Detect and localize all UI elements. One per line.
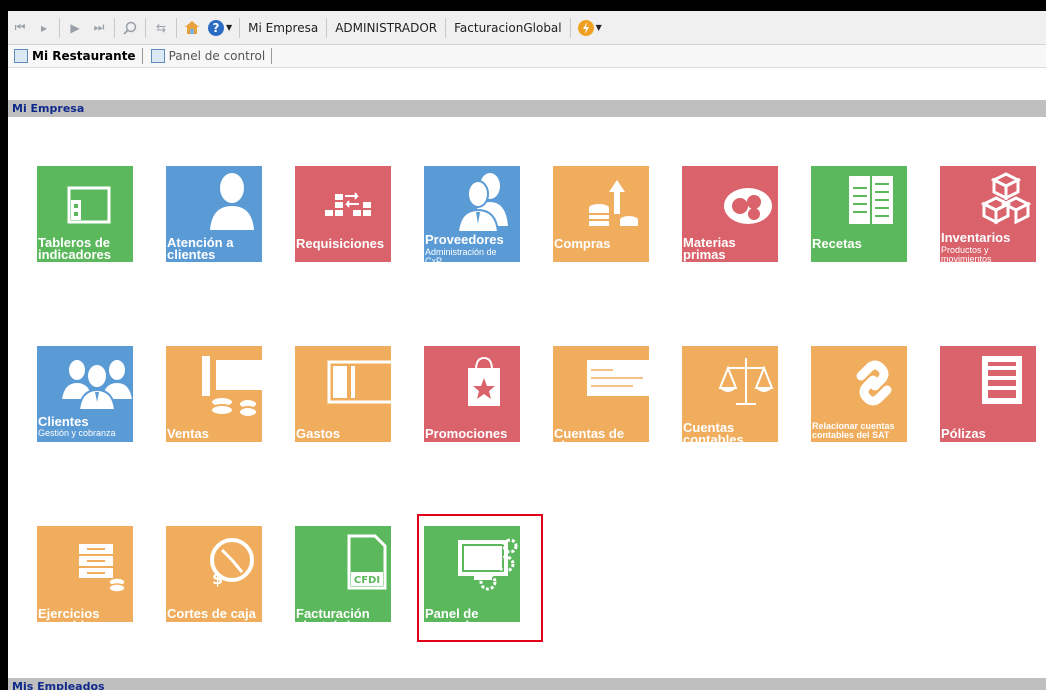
tile-gastos[interactable]: Gastos — [295, 346, 391, 442]
tile-sublabel: Administración de CxP — [425, 247, 497, 263]
person-icon — [210, 173, 254, 230]
help-icon[interactable]: ? — [206, 17, 226, 39]
link-icon — [856, 360, 892, 406]
tile-recetas[interactable]: Recetas — [811, 166, 907, 262]
first-record-icon[interactable]: ⏮ — [10, 17, 30, 39]
tile-label: Facturación electrónica — [296, 606, 370, 622]
tile-sublabel: Productos y movimientos — [941, 245, 992, 263]
tile-atencion-a-clientes[interactable]: Atención a clientes — [166, 166, 262, 262]
tile-proveedores[interactable]: Proveedores Administración de CxP — [424, 166, 520, 262]
refresh-icon[interactable]: ⇆ — [151, 17, 171, 39]
coins-up-icon — [589, 180, 638, 226]
sync-dropdown-icon[interactable]: ▼ — [596, 23, 602, 32]
bowl-icon — [724, 188, 772, 224]
section-header-mi-empresa: Mi Empresa — [8, 100, 1046, 117]
next-record-icon[interactable]: ▶ — [65, 17, 85, 39]
sales-icon — [202, 356, 262, 416]
tile-requisiciones[interactable]: Requisiciones — [295, 166, 391, 262]
tile-compras[interactable]: Compras — [553, 166, 649, 262]
tile-ejercicios-contables[interactable]: Ejercicios contables — [37, 526, 133, 622]
home-icon[interactable] — [182, 17, 202, 39]
clock-icon: $ — [210, 538, 254, 588]
tile-label: Materias primas — [683, 235, 736, 262]
toolbar: ⏮ ▸ ▶ ⏭ ⇆ ? ▼ Mi Empresa ADMINISTRADOR F… — [8, 11, 1046, 45]
tile-sublabel: Gestión y cobranza — [38, 428, 116, 438]
tile-label: Cuentas de cheques — [554, 426, 625, 442]
window-icon — [150, 49, 165, 63]
tile-label: Compras — [554, 236, 611, 251]
tile-label: Proveedores — [425, 232, 504, 247]
section-header-mis-empleados: Mis Empleados — [8, 678, 1046, 690]
highlight-box — [417, 514, 543, 642]
tab-panel-de-control[interactable]: Panel de control — [145, 46, 270, 66]
search-icon[interactable] — [120, 17, 140, 39]
tile-label: Ejercicios contables — [38, 606, 100, 622]
tile-label: Tableros de indicadores — [38, 235, 111, 262]
tab-label: Panel de control — [168, 49, 266, 63]
sync-icon[interactable] — [576, 17, 596, 39]
tile-cuentas-de-cheques[interactable]: Cuentas de cheques — [553, 346, 649, 442]
tile-tableros-de-indicadores[interactable]: Tableros de indicadores — [37, 166, 133, 262]
help-dropdown-icon[interactable]: ▼ — [226, 23, 232, 32]
tile-label: Ventas — [167, 426, 209, 441]
tile-label: Clientes — [38, 414, 89, 429]
company-label[interactable]: Mi Empresa — [243, 21, 323, 35]
previous-record-icon[interactable]: ▸ — [34, 17, 54, 39]
tab-label: Mi Restaurante — [32, 49, 136, 63]
bills-icon — [327, 360, 391, 404]
cheque-icon — [587, 360, 649, 396]
dashboard-icon — [67, 186, 111, 224]
window-icon — [14, 49, 28, 63]
suppliers-icon — [456, 173, 508, 233]
app-window: ⏮ ▸ ▶ ⏭ ⇆ ? ▼ Mi Empresa ADMINISTRADOR F… — [8, 11, 1046, 690]
ledger-icon — [982, 356, 1022, 404]
fiscal-years-icon — [79, 544, 126, 593]
boxes-icon — [980, 172, 1032, 225]
recipe-book-icon — [849, 176, 893, 224]
tile-promociones[interactable]: Promociones — [424, 346, 520, 442]
mode-label[interactable]: FacturacionGlobal — [449, 21, 567, 35]
tile-label: Cortes de caja — [167, 606, 256, 621]
tile-facturacion-electronica[interactable]: CFDI Facturación electrónica — [295, 526, 391, 622]
shopping-bag-icon — [468, 356, 500, 406]
scales-icon — [718, 358, 774, 405]
transfer-icon — [325, 192, 371, 216]
tile-clientes[interactable]: Clientes Gestión y cobranza — [37, 346, 133, 442]
svg-text:?: ? — [213, 21, 220, 35]
tile-inventarios[interactable]: Inventarios Productos y movimientos — [940, 166, 1036, 262]
tile-polizas[interactable]: Pólizas — [940, 346, 1036, 442]
tab-bar: Mi Restaurante Panel de control — [8, 45, 1046, 68]
user-label[interactable]: ADMINISTRADOR — [330, 21, 442, 35]
tile-sublabel: Relacionar cuentas contables del SAT — [812, 421, 895, 440]
tile-cortes-de-caja[interactable]: $ Cortes de caja — [166, 526, 262, 622]
tile-label: Recetas — [812, 236, 862, 251]
tile-cuentas-contables[interactable]: Cuentas contables — [682, 346, 778, 442]
tile-label: Gastos — [296, 426, 341, 441]
tile-ventas[interactable]: Ventas — [166, 346, 262, 442]
cfdi-icon: CFDI — [347, 534, 387, 590]
tile-label: Pólizas — [941, 426, 986, 441]
clients-group-icon — [59, 358, 133, 411]
tab-mi-restaurante[interactable]: Mi Restaurante — [8, 46, 140, 66]
tile-materias-primas[interactable]: Materias primas — [682, 166, 778, 262]
tile-label: Promociones — [425, 426, 508, 441]
last-record-icon[interactable]: ⏭ — [89, 17, 109, 39]
tile-relacionar-cuentas-sat[interactable]: Relacionar cuentas contables del SAT — [811, 346, 907, 442]
cfdi-text: CFDI — [354, 575, 380, 586]
svg-text:$: $ — [212, 569, 223, 588]
tile-label: Cuentas contables — [683, 420, 744, 442]
tile-label: Requisiciones — [296, 236, 385, 251]
tile-label: Atención a clientes — [167, 235, 234, 262]
tile-label: Inventarios — [941, 230, 1011, 245]
